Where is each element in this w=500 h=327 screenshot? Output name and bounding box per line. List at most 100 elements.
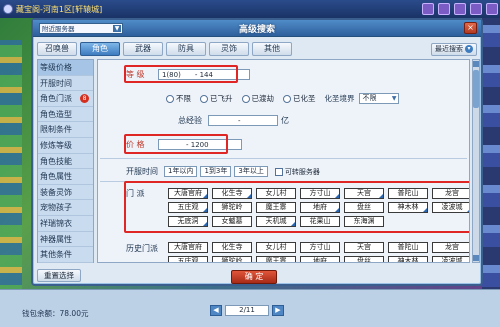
sect-option[interactable]: 东海渊 [344,216,384,227]
hs-dropdown[interactable]: 不限 [358,93,399,104]
sect-option[interactable]: 狮驼岭 [212,202,252,213]
sect-option[interactable]: 盘丝 [344,202,384,213]
sidebar-item-cultivation[interactable]: 修炼等级 [38,138,93,154]
open-time-option[interactable]: 1到3年 [200,166,232,177]
sect-option[interactable]: 龙宫 [432,242,469,253]
sect-option[interactable]: 大唐官府 [168,188,208,199]
gear-icon[interactable] [3,4,13,14]
radio-ascended[interactable]: 已飞升 [200,93,233,104]
sect-option[interactable]: 花果山 [300,216,340,227]
exp-range-input[interactable]: - [208,115,278,126]
game-title: 藏宝阁-河南1区[轩辕城] [16,4,103,14]
sect-option[interactable]: 神木林 [388,202,428,213]
sidebar-item-artifacts[interactable]: 神器属性 [38,232,93,248]
radio-label: 不限 [176,94,191,103]
sect-option[interactable]: 方寸山 [300,188,340,199]
history-sect-grid: 大唐官府 化生寺 女儿村 方寸山 天宫 普陀山 龙宫五庄观 狮驼岭 魔王寨 地府 盘丝 神木林 凌波城 [168,242,469,262]
sect-option[interactable]: 无底洞 [168,216,208,227]
sect-option[interactable]: 凌波城 [432,256,469,262]
radio-unlimited[interactable]: 不限 [166,93,191,104]
shortcut-icon[interactable] [454,3,466,15]
server-transfer-checkbox[interactable]: 可转服务器 [274,167,320,177]
range-dash: - [238,116,241,125]
sidebar-item-sect[interactable]: 角色门派 8 [38,91,93,107]
content-scrollbar[interactable] [472,59,480,263]
sidebar-item-restrictions[interactable]: 限制条件 [38,122,93,138]
top-icon-group [422,3,498,15]
confirm-button[interactable]: 确 定 [231,270,277,284]
game-right-panel [482,0,500,327]
wallet-balance: 钱包余额：78.00元 [22,309,89,318]
scroll-down-icon[interactable] [473,255,479,261]
sect-option[interactable]: 天宫 [344,188,384,199]
level-max: - 144 [194,70,213,79]
tab-other[interactable]: 其他 [252,42,292,56]
sect-option[interactable]: 化生寺 [212,242,252,253]
price-range-input[interactable]: - 1200 [158,139,242,150]
shortcut-icon[interactable] [422,3,434,15]
sect-option[interactable]: 龙宫 [432,188,469,199]
sect-option[interactable]: 普陀山 [388,242,428,253]
shortcut-icon[interactable] [486,3,498,15]
shortcut-icon[interactable] [438,3,450,15]
sect-option[interactable]: 女儿村 [256,188,296,199]
sidebar-item-skills[interactable]: 角色技能 [38,154,93,170]
close-button[interactable]: × [464,22,477,34]
dialog-title: 高级搜索 [238,24,275,35]
exp-label: 总经验 [178,116,202,125]
game-left-panel [0,40,22,327]
recent-search-button[interactable]: 最近搜索 ▾ [431,42,477,56]
sect-option[interactable]: 盘丝 [344,256,384,262]
scroll-up-icon[interactable] [473,61,479,67]
sect-option[interactable]: 五庄观 [168,202,208,213]
sect-option[interactable]: 女魃墓 [212,216,252,227]
tab-character[interactable]: 角色 [80,42,120,56]
open-time-option[interactable]: 3年以上 [234,166,268,177]
sidebar-item-misc[interactable]: 其他条件 [38,247,93,263]
category-tabs: 召唤兽 角色 武器 防具 灵饰 其他 最近搜索 ▾ [33,37,481,57]
level-label: 等 级 [126,70,145,79]
sect-option[interactable]: 方寸山 [300,242,340,253]
tab-armor[interactable]: 防具 [166,42,206,56]
sidebar-item-open-time[interactable]: 开服时间 [38,76,93,92]
price-label: 价 格 [126,140,145,149]
sidebar-item-level-price[interactable]: 等级价格 [38,60,93,76]
sect-option[interactable]: 天机城 [256,216,296,227]
sect-option[interactable]: 大唐官府 [168,242,208,253]
sect-option[interactable]: 魔王寨 [256,202,296,213]
sect-option[interactable]: 五庄观 [168,256,208,262]
page-indicator: 2/11 [225,305,269,316]
sect-option[interactable]: 神木林 [388,256,428,262]
next-page-button[interactable]: ▶ [272,305,284,316]
radio-tribulation[interactable]: 已渡劫 [241,93,274,104]
tab-pets[interactable]: 召唤兽 [37,42,77,56]
sidebar-item-equipment[interactable]: 装备灵饰 [38,185,93,201]
radio-label: 已飞升 [210,94,233,103]
tab-weapons[interactable]: 武器 [123,42,163,56]
sect-label: 门 派 [126,189,145,198]
exp-unit: 亿 [281,116,289,125]
sect-option[interactable]: 女儿村 [256,242,296,253]
sect-option[interactable]: 天宫 [344,242,384,253]
sect-option[interactable]: 魔王寨 [256,256,296,262]
scroll-thumb[interactable] [473,70,479,108]
shortcut-icon[interactable] [470,3,482,15]
sidebar-item-attributes[interactable]: 角色属性 [38,169,93,185]
sect-option[interactable]: 化生寺 [212,188,252,199]
sidebar-item-appearance[interactable]: 角色造型 [38,107,93,123]
radio-sanctified[interactable]: 已化圣 [283,93,316,104]
sect-option[interactable]: 地府 [300,202,340,213]
sidebar-item-outfits[interactable]: 祥瑞锦衣 [38,216,93,232]
sect-option[interactable]: 地府 [300,256,340,262]
dialog-header: 附近服务器 ▼ 高级搜索 × [33,20,481,37]
level-range-input[interactable]: 1(80) - 144 [158,69,250,80]
tab-accessories[interactable]: 灵饰 [209,42,249,56]
open-time-option[interactable]: 1年以内 [164,166,198,177]
sect-option[interactable]: 凌波城 [432,202,469,213]
sect-option[interactable]: 狮驼岭 [212,256,252,262]
prev-page-button[interactable]: ◀ [210,305,222,316]
reset-button[interactable]: 重置选择 [37,269,81,282]
recent-search-label: 最近搜索 [435,44,463,53]
sidebar-item-pets-kids[interactable]: 宠物孩子 [38,200,93,216]
sect-option[interactable]: 普陀山 [388,188,428,199]
